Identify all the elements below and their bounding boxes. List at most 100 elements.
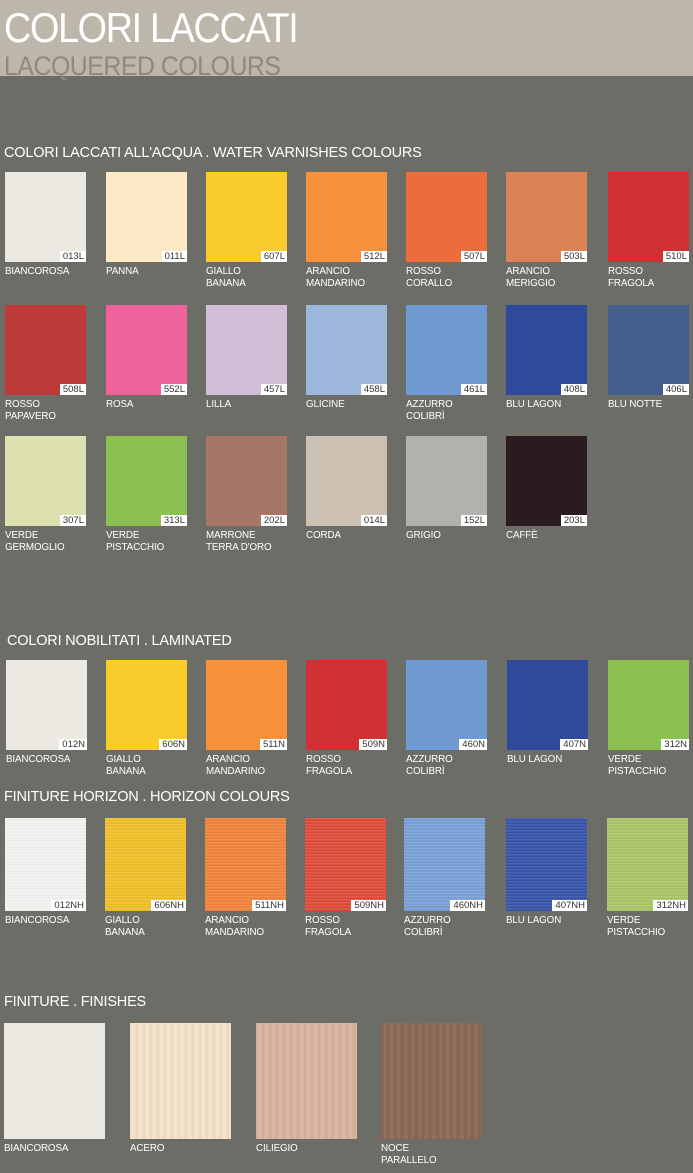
- color-swatch[interactable]: 510L: [608, 172, 689, 262]
- color-swatch[interactable]: 511N: [206, 660, 287, 750]
- swatch-name: AZZURRO COLIBRÌ: [406, 754, 453, 777]
- swatch-code: 407NH: [552, 900, 587, 911]
- section-title-laminated: COLORI NOBILITATI . LAMINATED: [7, 633, 232, 649]
- swatch-name: BLU LAGON: [506, 399, 562, 410]
- color-swatch[interactable]: 152L: [406, 436, 487, 526]
- swatch-name: BIANCOROSA: [6, 754, 71, 765]
- swatch-name: ARANCIO MANDARINO: [205, 915, 264, 938]
- color-swatch[interactable]: 012N: [6, 660, 87, 750]
- swatch-name: AZZURRO COLIBRÌ: [404, 915, 451, 938]
- color-swatch[interactable]: 406L: [608, 305, 689, 395]
- swatch-code: 606N: [159, 739, 187, 750]
- color-swatch[interactable]: 011L: [106, 172, 187, 262]
- swatch-code: 511NH: [252, 900, 286, 911]
- swatch-name: ROSSO PAPAVERO: [5, 399, 56, 422]
- color-swatch[interactable]: 461L: [406, 305, 487, 395]
- swatch-code: 503L: [560, 251, 587, 262]
- swatch-code: 460N: [459, 739, 487, 750]
- color-swatch[interactable]: 457L: [206, 305, 287, 395]
- swatch-name: CORDA: [306, 530, 341, 541]
- swatch-code: 509NH: [351, 900, 386, 911]
- swatch-name: GIALLO BANANA: [106, 754, 146, 777]
- swatch-code: 460NH: [450, 900, 485, 911]
- swatch-code: 509N: [359, 739, 387, 750]
- swatch-name: GRIGIO: [406, 530, 441, 541]
- color-swatch[interactable]: 507L: [406, 172, 487, 262]
- swatch-code: 406L: [662, 384, 689, 395]
- swatch-name: GIALLO BANANA: [206, 266, 246, 289]
- color-swatch[interactable]: [256, 1023, 357, 1139]
- color-swatch[interactable]: 460NH: [404, 818, 485, 911]
- swatch-code: 408L: [560, 384, 587, 395]
- page-subtitle: LACQUERED COLOURS: [4, 51, 281, 81]
- swatch-code: 507L: [460, 251, 487, 262]
- swatch-name: ARANCIO MANDARINO: [206, 754, 265, 777]
- color-swatch[interactable]: 407N: [507, 660, 588, 750]
- color-swatch[interactable]: 552L: [106, 305, 187, 395]
- color-swatch[interactable]: 313L: [106, 436, 187, 526]
- color-swatch[interactable]: 503L: [506, 172, 587, 262]
- swatch-name: MARRONE TERRA D'ORO: [206, 530, 272, 553]
- color-swatch[interactable]: 511NH: [205, 818, 286, 911]
- color-swatch[interactable]: 014L: [306, 436, 387, 526]
- swatch-name: ACERO: [130, 1143, 165, 1154]
- swatch-name: LILLA: [206, 399, 232, 410]
- color-swatch[interactable]: 460N: [406, 660, 487, 750]
- swatch-code: 014L: [360, 515, 387, 526]
- swatch-name: BIANCOROSA: [5, 266, 70, 277]
- color-swatch[interactable]: 202L: [206, 436, 287, 526]
- color-swatch[interactable]: 508L: [5, 305, 86, 395]
- color-swatch[interactable]: [381, 1023, 482, 1139]
- color-swatch[interactable]: 203L: [506, 436, 587, 526]
- color-swatch[interactable]: 312NH: [607, 818, 688, 911]
- swatch-name: VERDE PISTACCHIO: [607, 915, 666, 938]
- color-swatch[interactable]: [4, 1023, 105, 1139]
- color-swatch[interactable]: 312N: [608, 660, 689, 750]
- swatch-code: 011L: [161, 251, 187, 262]
- swatch-code: 458L: [360, 384, 387, 395]
- color-swatch[interactable]: 606N: [106, 660, 187, 750]
- swatch-code: 012N: [59, 739, 87, 750]
- color-swatch[interactable]: 408L: [506, 305, 587, 395]
- swatch-code: 202L: [260, 515, 287, 526]
- swatch-code: 511N: [259, 739, 287, 750]
- swatch-code: 013L: [59, 251, 86, 262]
- color-swatch[interactable]: 509NH: [305, 818, 386, 911]
- color-swatch[interactable]: 407NH: [506, 818, 587, 911]
- swatch-name: BIANCOROSA: [5, 915, 70, 926]
- color-swatch[interactable]: 607L: [206, 172, 287, 262]
- swatch-code: 461L: [460, 384, 487, 395]
- swatch-name: GIALLO BANANA: [105, 915, 145, 938]
- section-title-finishes: FINITURE . FINISHES: [4, 994, 147, 1010]
- swatch-code: 152L: [460, 515, 487, 526]
- swatch-name: PANNA: [106, 266, 139, 277]
- swatch-name: VERDE PISTACCHIO: [608, 754, 667, 777]
- swatch-name: VERDE GERMOGLIO: [5, 530, 65, 553]
- color-swatch[interactable]: 512L: [306, 172, 387, 262]
- section-title-horizon: FINITURE HORIZON . HORIZON COLOURS: [4, 789, 290, 805]
- color-swatch[interactable]: 307L: [5, 436, 86, 526]
- swatch-name: BIANCOROSA: [4, 1143, 69, 1154]
- swatch-code: 607L: [260, 251, 287, 262]
- swatch-code: 552L: [160, 384, 187, 395]
- swatch-name: ARANCIO MERIGGIO: [506, 266, 556, 289]
- color-swatch[interactable]: [130, 1023, 231, 1139]
- swatch-code: 012NH: [51, 900, 86, 911]
- color-swatch[interactable]: 509N: [306, 660, 387, 750]
- swatch-name: BLU NOTTE: [608, 399, 663, 410]
- swatch-code: 407N: [560, 739, 588, 750]
- color-swatch[interactable]: 012NH: [5, 818, 86, 911]
- section-title-water: COLORI LACCATI ALL'ACQUA . WATER VARNISH…: [4, 145, 422, 161]
- swatch-name: VERDE PISTACCHIO: [106, 530, 165, 553]
- swatch-name: BLU LAGON: [507, 754, 563, 765]
- swatch-code: 508L: [59, 384, 86, 395]
- swatch-name: ROSSO FRAGOLA: [608, 266, 655, 289]
- swatch-code: 606NH: [151, 900, 186, 911]
- color-swatch[interactable]: 013L: [5, 172, 86, 262]
- color-swatch[interactable]: 458L: [306, 305, 387, 395]
- color-swatch[interactable]: 606NH: [105, 818, 186, 911]
- swatch-name: ARANCIO MANDARINO: [306, 266, 365, 289]
- swatch-code: 307L: [59, 515, 86, 526]
- swatch-name: AZZURRO COLIBRÌ: [406, 399, 453, 422]
- swatch-code: 203L: [560, 515, 587, 526]
